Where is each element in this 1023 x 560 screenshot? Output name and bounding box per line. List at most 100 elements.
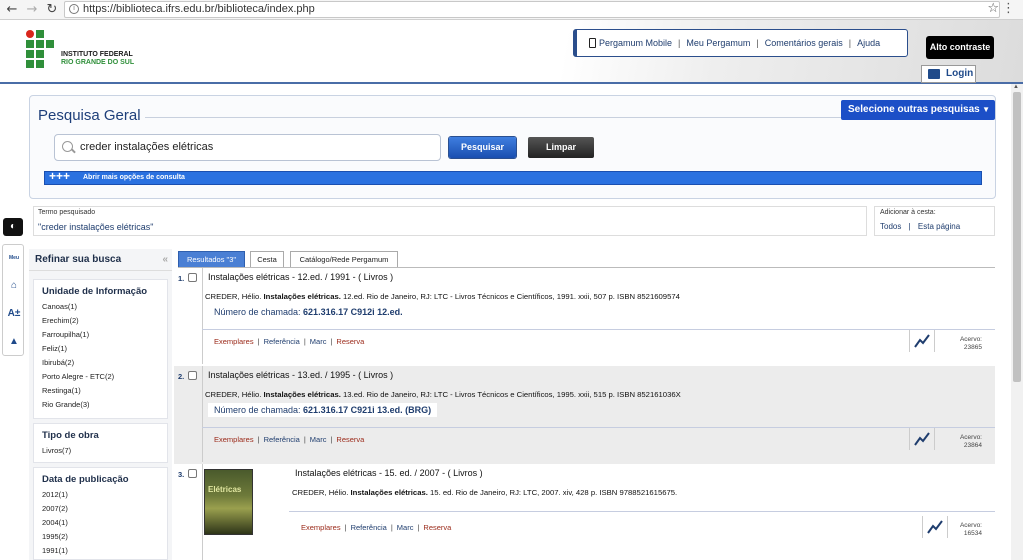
- more-options-label: Abrir mais opções de consulta: [83, 174, 185, 181]
- home-icon[interactable]: ⌂: [7, 279, 21, 293]
- acervo-value: 23865: [963, 344, 982, 351]
- reference-link[interactable]: Referência: [351, 523, 387, 532]
- result-checkbox[interactable]: [188, 469, 197, 478]
- menu-comments[interactable]: Comentários gerais: [765, 38, 843, 48]
- dropdown-caret-icon: ▼: [982, 105, 990, 114]
- scroll-top-icon[interactable]: ▲: [7, 335, 21, 349]
- result-title[interactable]: Instalações elétricas - 15. ed. / 2007 -…: [295, 468, 483, 478]
- my-pergamum-icon[interactable]: Meu: [7, 251, 21, 265]
- term-label: Termo pesquisado: [38, 209, 96, 216]
- clear-button[interactable]: Limpar: [528, 137, 594, 158]
- acervo-value: 16534: [963, 530, 982, 537]
- copies-link[interactable]: Exemplares: [214, 435, 254, 444]
- info-icon[interactable]: i: [69, 4, 79, 14]
- reload-icon[interactable]: ↻: [44, 2, 60, 18]
- result-title[interactable]: Instalações elétricas - 13.ed. / 1995 - …: [208, 370, 393, 380]
- accessibility-toolbar: Meu ⌂ A± ▲: [2, 244, 24, 356]
- result-checkbox[interactable]: [188, 273, 197, 282]
- result-separator: [289, 511, 995, 512]
- marc-link[interactable]: Marc: [310, 337, 327, 346]
- search-button[interactable]: Pesquisar: [449, 137, 516, 158]
- result-title[interactable]: Instalações elétricas - 12.ed. / 1991 - …: [208, 272, 393, 282]
- result-reference: CREDER, Hélio. Instalações elétricas. 13…: [205, 390, 681, 399]
- facet-date-title: Data de publicação: [42, 474, 129, 485]
- result-divider: [202, 464, 203, 560]
- scroll-up-icon[interactable]: ▲: [1013, 84, 1019, 90]
- address-bar[interactable]: i https://biblioteca.ifrs.edu.br/bibliot…: [64, 1, 1000, 18]
- reserve-link[interactable]: Reserva: [423, 523, 451, 532]
- forward-icon[interactable]: →: [24, 2, 40, 18]
- facet-item[interactable]: Porto Alegre - ETC(2): [42, 370, 167, 384]
- statistics-chart-icon[interactable]: [909, 330, 935, 352]
- call-number: Número de chamada: 621.316.17 C912i 12.e…: [208, 305, 409, 319]
- book-cover-image[interactable]: Elétricas: [204, 469, 253, 535]
- facet-item[interactable]: Ibirubá(2): [42, 356, 167, 370]
- copies-link[interactable]: Exemplares: [301, 523, 341, 532]
- facet-item[interactable]: Restinga(1): [42, 384, 167, 398]
- browser-menu-icon[interactable]: ⋮: [1002, 1, 1015, 16]
- reserve-link[interactable]: Reserva: [336, 337, 364, 346]
- high-contrast-button[interactable]: Alto contraste: [926, 36, 994, 59]
- result-item: 1. Instalações elétricas - 12.ed. / 1991…: [174, 268, 995, 366]
- institution-line2: RIO GRANDE DO SUL: [61, 59, 135, 66]
- facet-item[interactable]: 2007(2): [42, 502, 167, 516]
- ref-author: CREDER, Hélio.: [292, 488, 351, 497]
- call-number-label: Número de chamada:: [214, 405, 304, 415]
- facet-item[interactable]: Farroupilha(1): [42, 328, 167, 342]
- url-text: https://biblioteca.ifrs.edu.br/bibliotec…: [83, 3, 315, 15]
- collapse-icon[interactable]: «: [162, 249, 168, 271]
- ifrs-logo-icon[interactable]: [26, 30, 56, 70]
- facet-item[interactable]: 1991(1): [42, 544, 167, 558]
- reference-link[interactable]: Referência: [264, 337, 300, 346]
- facet-item[interactable]: Canoas(1): [42, 300, 167, 314]
- menu-my-pergamum[interactable]: Meu Pergamum: [686, 38, 750, 48]
- font-size-icon[interactable]: A±: [7, 307, 21, 321]
- reference-link[interactable]: Referência: [264, 435, 300, 444]
- cover-title: Elétricas: [208, 485, 242, 494]
- result-number: 1.: [178, 274, 185, 283]
- tab-results[interactable]: Resultados "3": [178, 251, 245, 268]
- facet-unit-title: Unidade de Informação: [42, 286, 148, 297]
- copies-link[interactable]: Exemplares: [214, 337, 254, 346]
- facet-type-title: Tipo de obra: [42, 430, 99, 441]
- bookmark-star-icon[interactable]: ☆: [987, 1, 999, 16]
- menu-help[interactable]: Ajuda: [857, 38, 880, 48]
- facet-item[interactable]: Feliz(1): [42, 342, 167, 356]
- facet-item[interactable]: Rio Grande(3): [42, 398, 167, 412]
- acervo-label: Acervo:: [959, 336, 982, 343]
- more-options-bar[interactable]: +++ Abrir mais opções de consulta: [44, 170, 982, 185]
- mobile-phone-icon: [589, 38, 596, 48]
- result-checkbox[interactable]: [188, 371, 197, 380]
- facet-item[interactable]: 2004(1): [42, 516, 167, 530]
- search-icon: [62, 141, 73, 152]
- refine-sidebar: Refinar sua busca « Unidade de Informaçã…: [29, 249, 172, 560]
- other-searches-dropdown[interactable]: Selecione outras pesquisas ▼: [841, 100, 995, 120]
- acervo-label: Acervo:: [959, 434, 982, 441]
- tab-catalog[interactable]: Catálogo/Rede Pergamum: [290, 251, 398, 268]
- result-actions: Exemplares | Referência | Marc | Reserva: [301, 523, 452, 532]
- other-searches-label: Selecione outras pesquisas: [848, 104, 980, 115]
- reserve-link[interactable]: Reserva: [336, 435, 364, 444]
- scrollbar-thumb[interactable]: [1013, 92, 1021, 382]
- ref-details: 15. ed. Rio de Janeiro, RJ: LTC, 2007. x…: [427, 488, 678, 497]
- acervo-info: Acervo: 23865: [944, 336, 982, 352]
- browser-toolbar: ← → ↻ i https://biblioteca.ifrs.edu.br/b…: [0, 0, 1023, 20]
- marc-link[interactable]: Marc: [397, 523, 414, 532]
- result-item: 3. Instalações elétricas - 15. ed. / 200…: [174, 464, 995, 560]
- tab-basket[interactable]: Cesta: [250, 251, 284, 268]
- marc-link[interactable]: Marc: [310, 435, 327, 444]
- facet-item[interactable]: 1995(2): [42, 530, 167, 544]
- facet-item[interactable]: 2012(1): [42, 488, 167, 502]
- basket-page-link[interactable]: Esta página: [918, 222, 960, 231]
- menu-pergamum-mobile[interactable]: Pergamum Mobile: [599, 38, 672, 48]
- facet-item[interactable]: Livros(7): [42, 444, 167, 458]
- back-icon[interactable]: ←: [4, 2, 20, 18]
- call-number-value: 621.316.17 C921i 13.ed. (BRG): [303, 405, 432, 415]
- page-scrollbar[interactable]: ▲: [1011, 84, 1023, 560]
- search-input[interactable]: creder instalações elétricas: [54, 134, 441, 161]
- contrast-toggle-icon[interactable]: ◐: [3, 218, 23, 236]
- login-button[interactable]: Login: [921, 65, 976, 83]
- statistics-chart-icon[interactable]: [909, 428, 935, 450]
- facet-item[interactable]: Erechim(2): [42, 314, 167, 328]
- basket-all-link[interactable]: Todos: [880, 222, 901, 231]
